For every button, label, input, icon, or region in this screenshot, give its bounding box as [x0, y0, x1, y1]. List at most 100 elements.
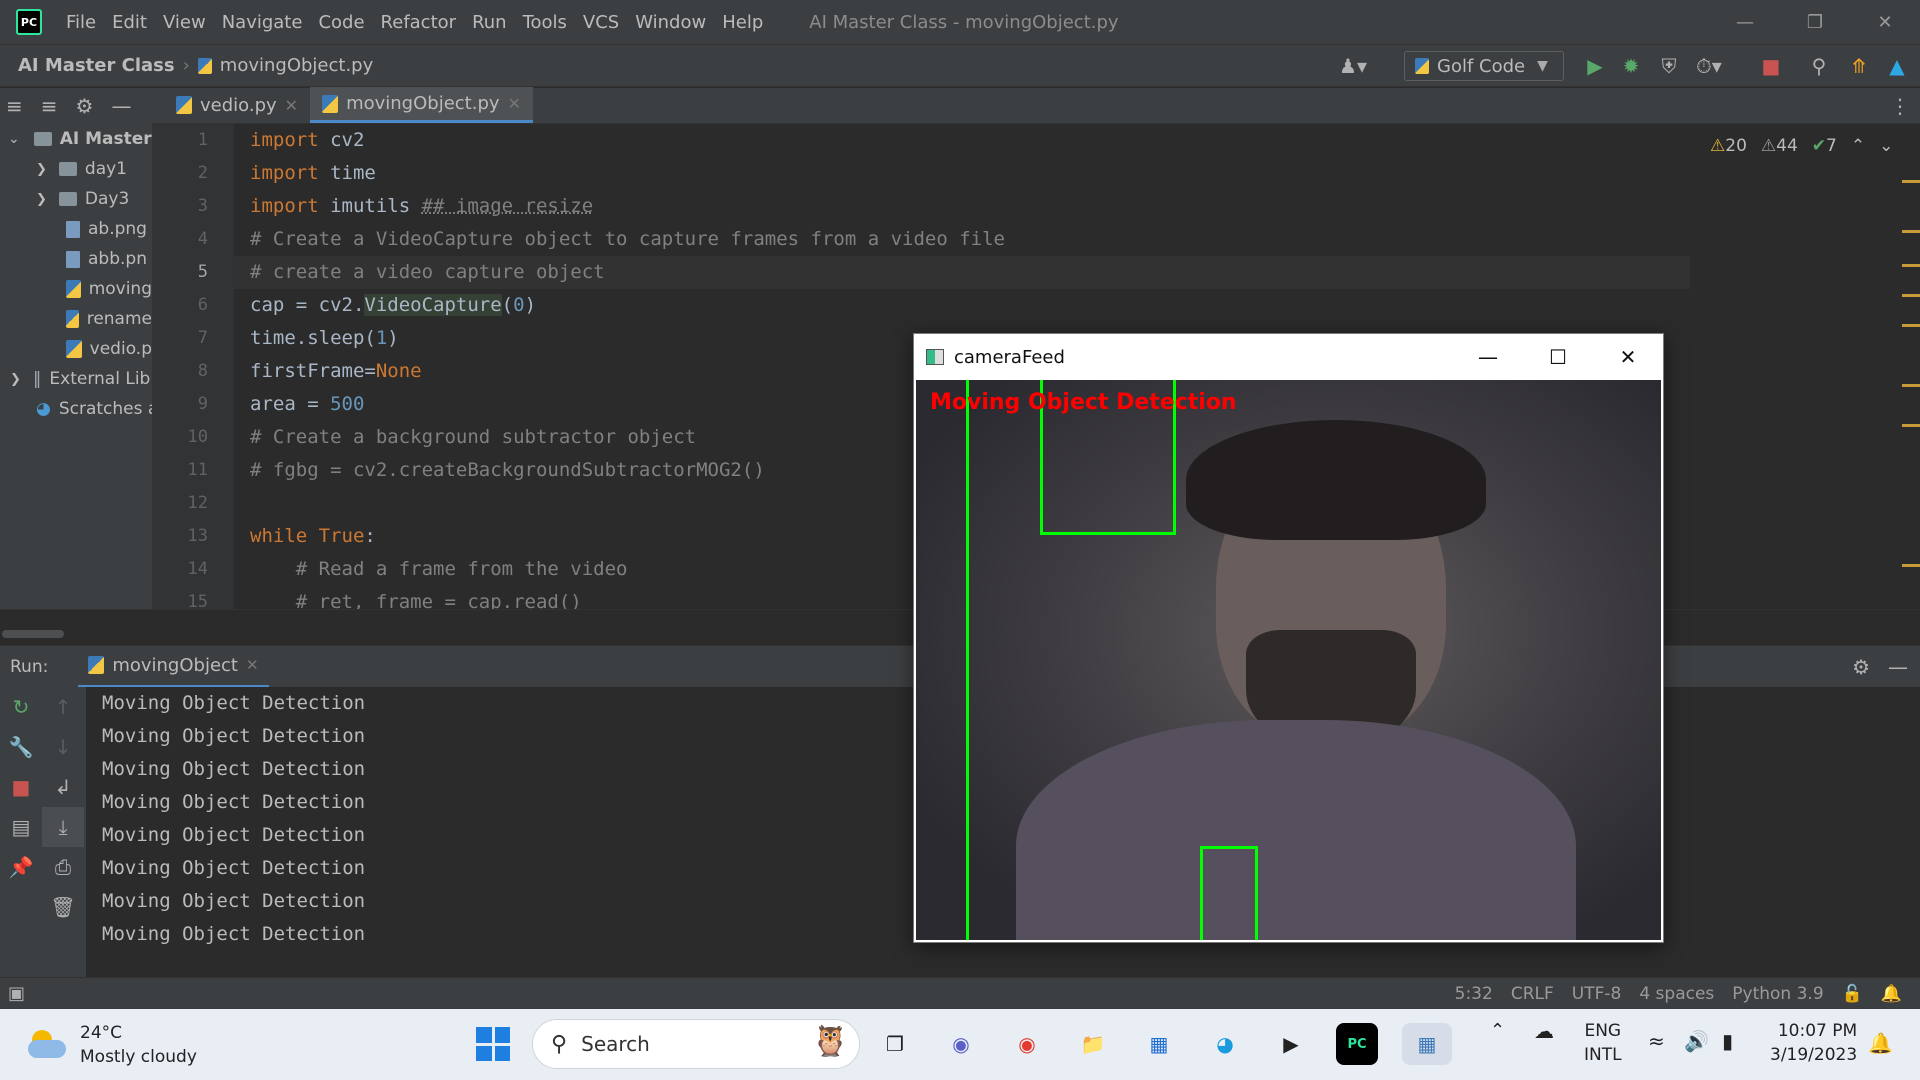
file-explorer-icon[interactable]: 📁	[1072, 1023, 1114, 1065]
tree-item[interactable]: ab.png	[0, 214, 152, 244]
toggle-tool-windows-icon[interactable]: ▣	[8, 983, 25, 1004]
chrome-icon[interactable]: ◉	[1006, 1023, 1048, 1065]
tree-item[interactable]: ❯ day1	[0, 154, 152, 184]
coverage-icon[interactable]: ⛨	[1656, 53, 1682, 79]
microsoft-store-icon[interactable]: ▦	[1138, 1023, 1180, 1065]
wifi-icon[interactable]: ≈	[1648, 1029, 1665, 1053]
camera-feed-window[interactable]: cameraFeed — ☐ ✕ Moving Object Detection	[913, 333, 1664, 943]
battery-icon[interactable]: ▮	[1722, 1029, 1733, 1053]
python-taskbar-icon[interactable]: ▦	[1402, 1023, 1452, 1065]
arrow-down-icon[interactable]: ↓	[42, 727, 84, 767]
stop-icon[interactable]: ■	[0, 767, 42, 807]
pin-icon[interactable]: 📌	[0, 847, 42, 887]
menu-edit[interactable]: Edit	[112, 12, 147, 33]
gear-icon[interactable]: ⚙	[1852, 655, 1870, 679]
media-player-icon[interactable]: ▶	[1270, 1023, 1312, 1065]
menu-window[interactable]: Window	[635, 12, 706, 33]
taskbar-search[interactable]: ⚲ Search 🦉	[532, 1019, 860, 1069]
profile-icon[interactable]: ⏱▾	[1696, 53, 1722, 79]
rerun-icon[interactable]: ↻	[0, 687, 42, 727]
tab-vedio[interactable]: vedio.py ✕	[164, 87, 310, 123]
tree-item[interactable]: abb.pn	[0, 244, 152, 274]
hide-icon[interactable]: —	[111, 94, 131, 118]
indent-setting[interactable]: 4 spaces	[1639, 984, 1714, 1004]
breadcrumb-project[interactable]: AI Master Class	[18, 55, 175, 76]
tree-item[interactable]: ❯ ‖ External Lib	[0, 364, 152, 394]
weather-widget[interactable]: 24°C Mostly cloudy	[28, 1021, 197, 1069]
arrow-up-icon[interactable]: ↑	[42, 687, 84, 727]
tree-item[interactable]: rename	[0, 304, 152, 334]
onedrive-cloud-icon[interactable]: ☁	[1534, 1019, 1554, 1043]
hide-icon[interactable]: —	[1888, 655, 1908, 679]
run-icon[interactable]: ▶	[1582, 53, 1608, 79]
debug-icon[interactable]: ✹	[1618, 53, 1644, 79]
run-configuration-select[interactable]: Golf Code ▼	[1404, 51, 1564, 81]
collapse-all-icon[interactable]: ≡	[41, 94, 58, 118]
scrollbar-thumb[interactable]	[2, 630, 64, 638]
code-with-me-icon[interactable]: ▲	[1884, 53, 1910, 79]
user-icon[interactable]: ♟▾	[1339, 53, 1367, 79]
update-icon[interactable]: ⤊	[1846, 53, 1872, 79]
menu-vcs[interactable]: VCS	[583, 12, 619, 33]
chevron-up-icon[interactable]: ⌃	[1490, 1019, 1505, 1043]
task-view-icon[interactable]: ❐	[874, 1023, 916, 1065]
search-icon[interactable]: ⚲	[1806, 53, 1832, 79]
lock-icon[interactable]: 🔓	[1842, 984, 1863, 1004]
close-icon[interactable]: ✕	[1593, 334, 1663, 380]
clock[interactable]: 10:07 PM 3/19/2023	[1770, 1019, 1857, 1067]
tab-movingobject[interactable]: movingObject.py ✕	[310, 87, 533, 123]
gear-icon[interactable]: ⚙	[76, 94, 94, 118]
python-interpreter[interactable]: Python 3.9	[1732, 984, 1823, 1004]
menu-help[interactable]: Help	[722, 12, 763, 33]
maximize-icon[interactable]: ☐	[1523, 334, 1593, 380]
minimize-icon[interactable]: —	[1710, 0, 1780, 44]
tree-item[interactable]: ◕ Scratches a	[0, 394, 152, 424]
print-icon[interactable]: ⎙	[42, 847, 84, 887]
run-tab-movingobject[interactable]: movingObject ✕	[78, 646, 269, 688]
close-icon[interactable]: ✕	[1850, 0, 1920, 44]
stop-icon[interactable]: ■	[1758, 53, 1784, 79]
notification-bell-icon[interactable]: 🔔	[1868, 1031, 1893, 1055]
tree-item[interactable]: ❯ Day3	[0, 184, 152, 214]
tree-item[interactable]: vedio.p	[0, 334, 152, 364]
menu-file[interactable]: File	[66, 12, 96, 33]
menu-tools[interactable]: Tools	[523, 12, 567, 33]
close-tab-icon[interactable]: ✕	[246, 656, 259, 674]
start-windows-icon[interactable]	[476, 1027, 510, 1061]
caret-position[interactable]: 5:32	[1455, 984, 1493, 1004]
layout-icon[interactable]: ▤	[0, 807, 42, 847]
menu-refactor[interactable]: Refactor	[381, 12, 457, 33]
tree-root[interactable]: ⌄ AI Master	[0, 124, 152, 154]
weak-warnings-indicator[interactable]: ⚠44	[1761, 136, 1798, 156]
pycharm-logo-icon[interactable]: PC	[16, 9, 42, 35]
tree-item[interactable]: moving	[0, 274, 152, 304]
inspection-widget[interactable]: ⚠20 ⚠44 ✔7 ⌃ ⌄	[1710, 136, 1893, 156]
volume-icon[interactable]: 🔊	[1684, 1029, 1709, 1053]
teams-chat-icon[interactable]: ◉	[940, 1023, 982, 1065]
close-tab-icon[interactable]: ✕	[285, 96, 298, 115]
restore-icon[interactable]: ❐	[1780, 0, 1850, 44]
pycharm-taskbar-icon[interactable]: PC	[1336, 1023, 1378, 1065]
breadcrumb-file[interactable]: movingObject.py	[220, 55, 373, 76]
soft-wrap-icon[interactable]: ↲	[42, 767, 84, 807]
minimize-icon[interactable]: —	[1453, 334, 1523, 380]
line-separator[interactable]: CRLF	[1511, 984, 1554, 1004]
more-options-icon[interactable]: ⋮	[1890, 94, 1910, 118]
language-indicator[interactable]: ENG INTL	[1584, 1019, 1622, 1067]
file-encoding[interactable]: UTF-8	[1572, 984, 1622, 1004]
menu-view[interactable]: View	[163, 12, 206, 33]
chevron-up-icon[interactable]: ⌃	[1851, 136, 1865, 156]
close-tab-icon[interactable]: ✕	[508, 94, 521, 113]
chevron-down-icon[interactable]: ⌄	[1879, 136, 1893, 156]
trash-icon[interactable]: 🗑	[42, 887, 84, 927]
ok-indicator[interactable]: ✔7	[1812, 136, 1837, 156]
notifications-icon[interactable]: 🔔	[1881, 984, 1902, 1004]
edge-icon[interactable]: ◕	[1204, 1023, 1246, 1065]
menu-navigate[interactable]: Navigate	[222, 12, 303, 33]
scroll-to-end-icon[interactable]: ⤓	[42, 807, 84, 847]
warnings-indicator[interactable]: ⚠20	[1710, 136, 1747, 156]
wrench-icon[interactable]: 🔧	[0, 727, 42, 767]
menu-run[interactable]: Run	[472, 12, 507, 33]
menu-code[interactable]: Code	[318, 12, 364, 33]
expand-all-icon[interactable]: ≡	[6, 94, 23, 118]
